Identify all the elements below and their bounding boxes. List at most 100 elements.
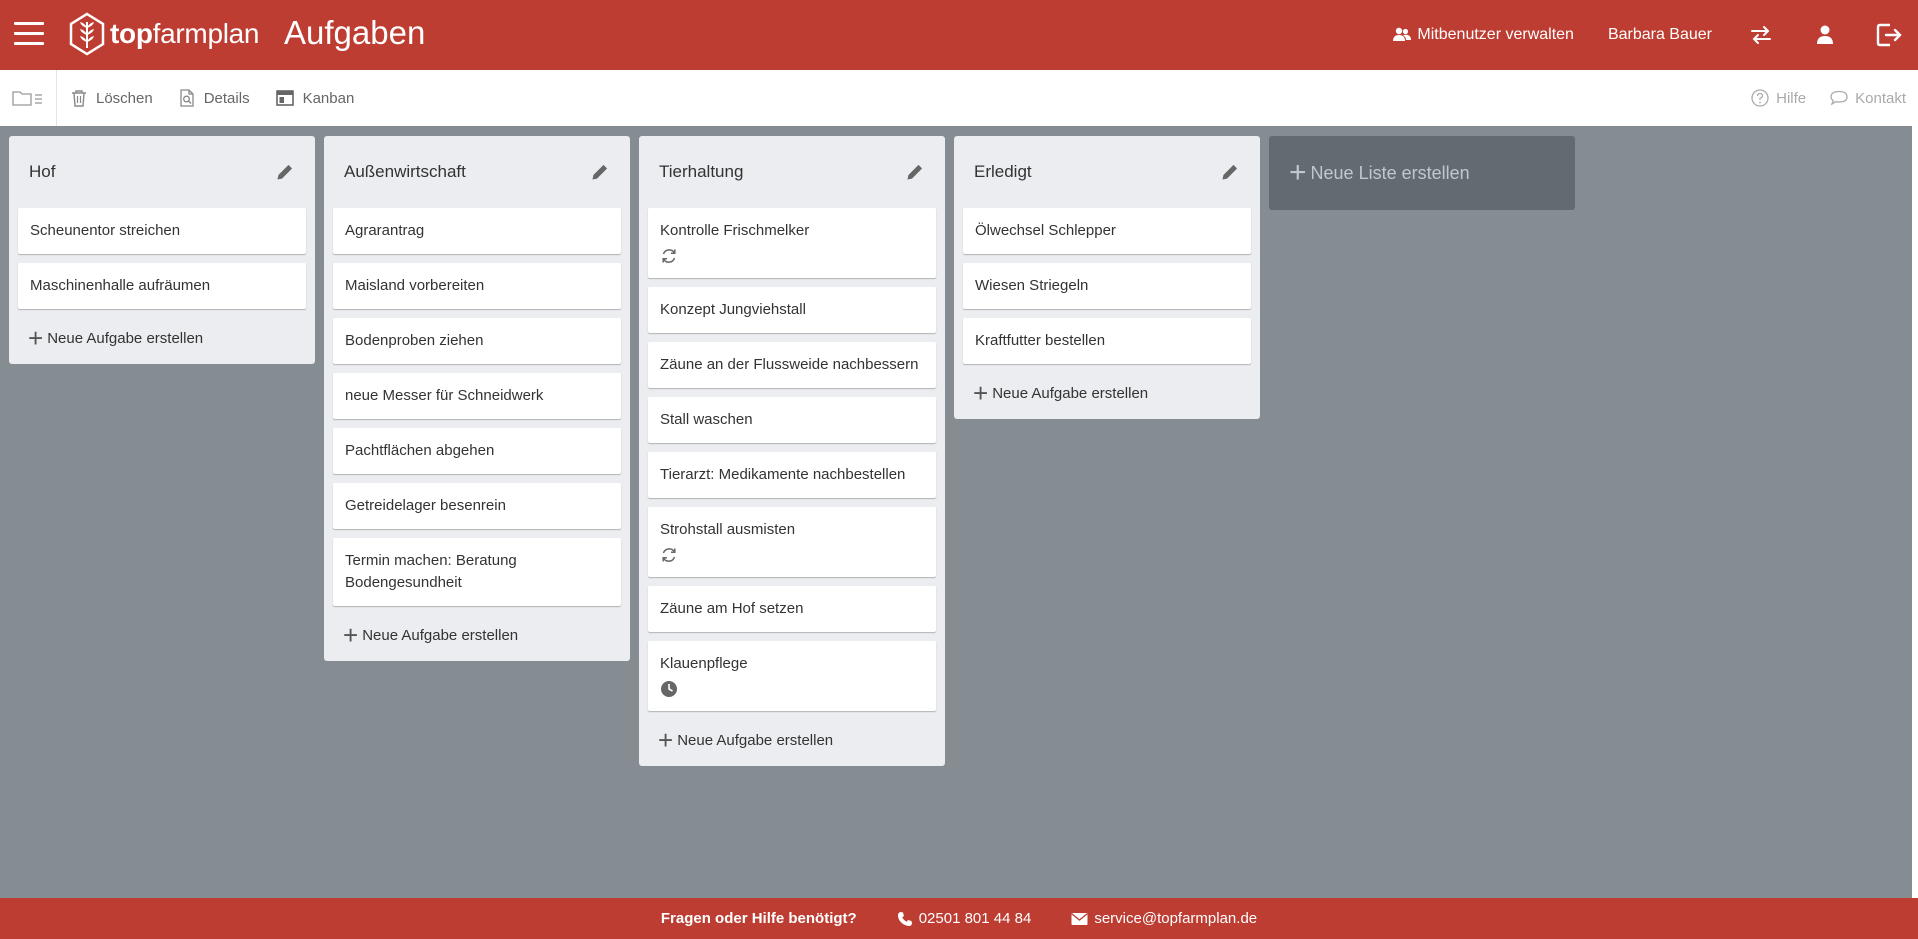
switch-account-button[interactable] (1746, 20, 1776, 50)
manage-users-link[interactable]: Mitbenutzer verwalten (1393, 26, 1574, 44)
task-card[interactable]: Getreidelager besenrein (333, 483, 621, 529)
page-title: Aufgaben (284, 14, 426, 51)
task-card[interactable]: Agrarantrag (333, 208, 621, 254)
task-title: Maschinenhalle aufräumen (30, 277, 211, 294)
toolbar: Löschen Details Kanban Hilfe Kontakt (0, 70, 1918, 126)
pencil-icon[interactable] (1219, 161, 1241, 183)
task-card[interactable]: Ölwechsel Schlepper (963, 208, 1251, 254)
add-task-button[interactable]: + Neue Aufgabe erstellen (333, 615, 621, 648)
repeat-icon (662, 548, 676, 562)
kanban-label: Kanban (302, 89, 355, 107)
logo-text: topfarmplan (110, 18, 260, 49)
swap-arrows-icon (1751, 26, 1771, 44)
task-card[interactable]: Konzept Jungviehstall (648, 287, 936, 333)
add-task-label: Neue Aufgabe erstellen (362, 626, 519, 644)
task-card[interactable]: Klauenpflege (648, 641, 936, 711)
toolbar-right: Hilfe Kontakt (1739, 70, 1918, 126)
hamburger-menu-icon[interactable] (14, 22, 44, 46)
task-card[interactable]: Kontrolle Frischmelker (648, 208, 936, 278)
task-title: Scheunentor streichen (30, 222, 181, 239)
help-label: Hilfe (1776, 89, 1807, 107)
list-column: Erledigt Ölwechsel Schlepper Wiesen Stri… (954, 136, 1260, 419)
task-card[interactable]: Zäune am Hof setzen (648, 586, 936, 632)
task-card[interactable]: Termin machen: Beratung Bodengesundheit (333, 538, 621, 606)
task-title: Maisland vorbereiten (345, 277, 485, 294)
footer: Fragen oder Hilfe benötigt? 02501 801 44… (0, 898, 1918, 939)
task-card[interactable]: Stall waschen (648, 397, 936, 443)
email-address: service@topfarmplan.de (1094, 910, 1258, 927)
add-task-label: Neue Aufgabe erstellen (992, 384, 1149, 402)
task-card[interactable]: Scheunentor streichen (18, 208, 306, 254)
header-actions: Mitbenutzer verwalten Barbara Bauer (1393, 0, 1918, 70)
task-title: Konzept Jungviehstall (660, 301, 806, 318)
footer-phone[interactable]: 02501 801 44 84 (897, 910, 1032, 927)
add-task-button[interactable]: + Neue Aufgabe erstellen (18, 318, 306, 353)
task-card[interactable]: Kraftfutter bestellen (963, 318, 1251, 364)
manage-users-label: Mitbenutzer verwalten (1417, 26, 1574, 43)
new-list-label: Neue Liste erstellen (1310, 162, 1470, 183)
clock-icon (661, 681, 677, 697)
pencil-icon[interactable] (589, 161, 611, 183)
profile-button[interactable] (1810, 20, 1840, 50)
task-title: Strohstall ausmisten (660, 521, 796, 538)
add-task-label: Neue Aufgabe erstellen (47, 329, 204, 347)
task-title: Kraftfutter bestellen (975, 332, 1106, 349)
add-task-button[interactable]: + Neue Aufgabe erstellen (648, 720, 936, 755)
user-icon (1817, 25, 1833, 44)
task-card[interactable]: neue Messer für Schneidwerk (333, 373, 621, 419)
kanban-button[interactable]: Kanban (275, 89, 355, 107)
pencil-icon[interactable] (274, 161, 296, 183)
task-title: Pachtflächen abgehen (345, 442, 495, 459)
task-title: Ölwechsel Schlepper (975, 222, 1116, 239)
contact-label: Kontakt (1855, 89, 1906, 107)
logout-icon (1876, 23, 1902, 47)
column-header: Tierhaltung (648, 136, 936, 208)
phone-icon (897, 911, 912, 926)
footer-email[interactable]: service@topfarmplan.de (1071, 910, 1257, 927)
footer-question: Fragen oder Hilfe benötigt? (660, 910, 857, 927)
task-card[interactable]: Maschinenhalle aufräumen (18, 263, 306, 309)
task-card[interactable]: Pachtflächen abgehen (333, 428, 621, 474)
task-title: Getreidelager besenrein (345, 497, 506, 514)
chat-bubble-icon (1830, 90, 1848, 106)
vertical-scrollbar[interactable] (1912, 126, 1918, 898)
folder-list-icon (12, 91, 42, 106)
new-list-button[interactable]: + Neue Liste erstellen (1269, 136, 1575, 210)
task-card[interactable]: Strohstall ausmisten (648, 507, 936, 577)
details-button[interactable]: Details (179, 89, 250, 107)
column-title: Hof (29, 162, 56, 181)
phone-number: 02501 801 44 84 (918, 910, 1032, 927)
add-task-button[interactable]: + Neue Aufgabe erstellen (963, 373, 1251, 408)
logo[interactable]: topfarmplan (68, 12, 259, 56)
column-title: Außenwirtschaft (344, 162, 466, 181)
contact-button[interactable]: Kontakt (1830, 90, 1906, 107)
task-card[interactable]: Maisland vorbereiten (333, 263, 621, 309)
column-title: Tierhaltung (659, 162, 744, 181)
task-title: neue Messer für Schneidwerk (345, 387, 544, 404)
task-card[interactable]: Bodenproben ziehen (333, 318, 621, 364)
logout-button[interactable] (1874, 20, 1904, 50)
user-name[interactable]: Barbara Bauer (1608, 26, 1712, 44)
plus-icon: + (28, 323, 44, 353)
delete-button[interactable]: Löschen (71, 89, 153, 107)
user-name-label: Barbara Bauer (1607, 26, 1712, 43)
column-header: Außenwirtschaft (333, 136, 621, 208)
task-title: Zäune an der Flussweide nachbessern (660, 356, 919, 373)
add-task-label: Neue Aufgabe erstellen (677, 731, 834, 749)
repeat-icon (662, 249, 676, 263)
column-title: Erledigt (974, 162, 1032, 181)
task-card[interactable]: Tierarzt: Medikamente nachbestellen (648, 452, 936, 498)
task-title: Agrarantrag (345, 222, 425, 239)
task-card[interactable]: Wiesen Striegeln (963, 263, 1251, 309)
task-title: Stall waschen (660, 411, 753, 428)
pencil-icon[interactable] (904, 161, 926, 183)
help-button[interactable]: Hilfe (1751, 89, 1806, 107)
folder-view-button[interactable] (0, 70, 57, 126)
document-search-icon (180, 89, 194, 107)
plus-icon: + (658, 725, 674, 755)
envelope-icon (1071, 912, 1088, 925)
task-card[interactable]: Zäune an der Flussweide nachbessern (648, 342, 936, 388)
task-title: Kontrolle Frischmelker (660, 222, 810, 239)
plus-icon: + (1289, 156, 1307, 189)
plus-icon: + (973, 378, 989, 408)
